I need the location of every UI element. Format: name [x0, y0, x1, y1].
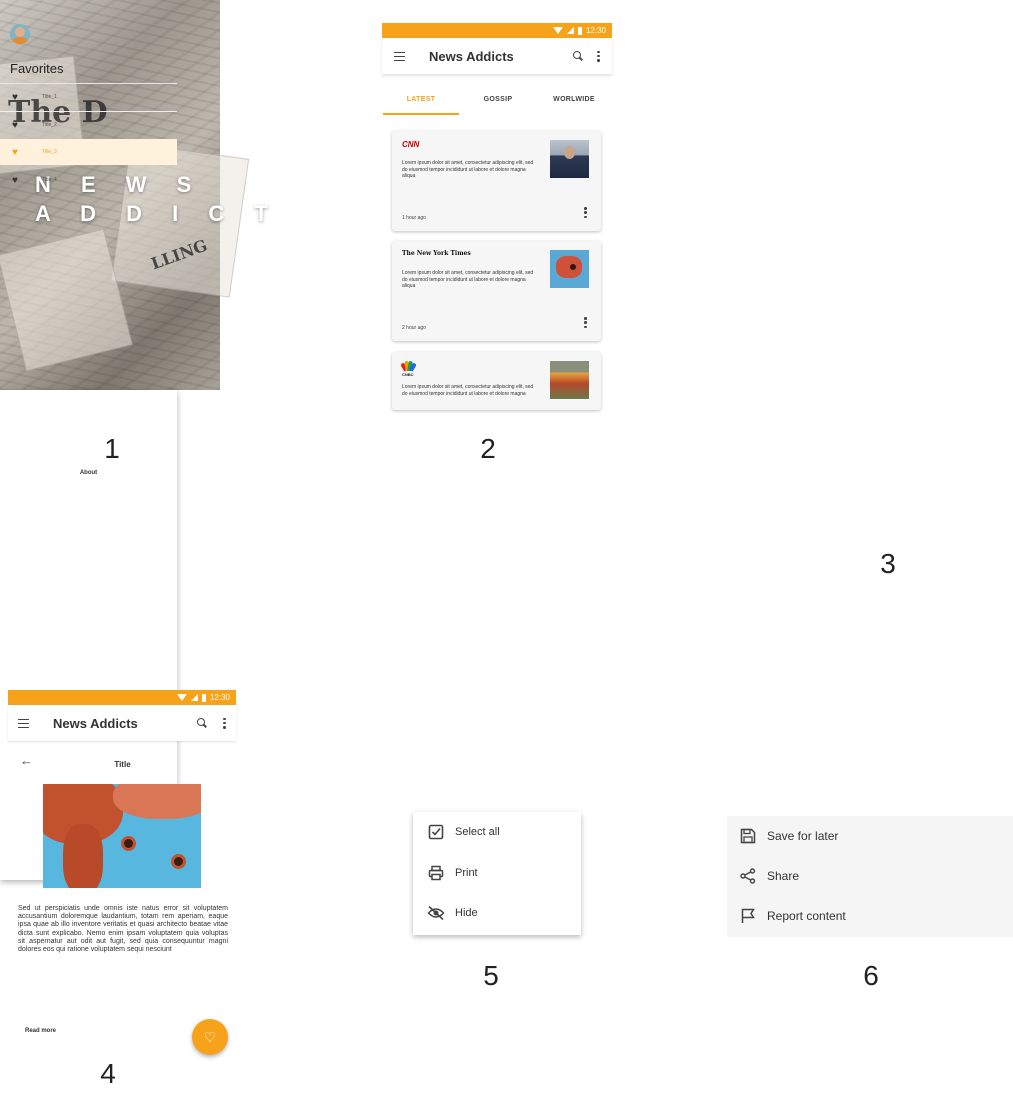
article-excerpt: Lorem ipsum dolor sit amet, consectetur …: [402, 270, 534, 289]
article-time: 1 hour ago: [402, 215, 426, 221]
signal-icon: [566, 27, 574, 34]
status-bar: 12:30: [382, 23, 612, 38]
menu-item-label: Print: [455, 867, 478, 879]
favorite-title: Title_4: [42, 177, 57, 183]
heart-icon: ♥: [12, 174, 18, 186]
screen-label-3: 3: [880, 548, 896, 579]
hamburger-menu-icon[interactable]: [18, 718, 29, 728]
more-vert-icon[interactable]: [597, 50, 600, 62]
app-title: News Addicts: [53, 715, 138, 731]
thumbnail-graphic: [556, 256, 582, 278]
article-image: [43, 784, 201, 888]
signal-icon: [190, 694, 198, 701]
screen-label-4: 4: [100, 1058, 116, 1089]
article-card[interactable]: CNBC Lorem ipsum dolor sit amet, consect…: [392, 352, 601, 410]
menu-item-label: Select all: [455, 826, 500, 838]
favorite-title: Title_3: [42, 149, 57, 155]
menu-item-report-content[interactable]: Report content: [739, 907, 846, 925]
card-more-icon[interactable]: [584, 317, 587, 328]
splash-screen: The D LLING N E W S A D D I C T: [0, 0, 280, 390]
drawer-heading: Favorites: [10, 61, 64, 76]
newspaper-clipping: [0, 228, 133, 372]
status-time: 12:30: [585, 26, 606, 35]
more-vert-icon[interactable]: [223, 717, 226, 729]
source-logo-cnn: CNN: [402, 140, 420, 149]
source-logo-nyt: The New York Times: [402, 250, 471, 257]
search-icon[interactable]: [197, 718, 207, 728]
menu-item-hide[interactable]: Hide: [427, 904, 478, 922]
article-card[interactable]: The New York Times Lorem ipsum dolor sit…: [392, 241, 601, 341]
heart-outline-icon: ♡: [203, 1028, 217, 1045]
favorite-item-selected[interactable]: ♥ Title_3: [0, 139, 177, 165]
avatar[interactable]: [10, 24, 30, 44]
page-title: Title: [114, 760, 131, 769]
menu-item-label: Save for later: [767, 829, 839, 843]
screen-label-1: 1: [104, 433, 120, 464]
wifi-icon: [176, 694, 187, 701]
battery-icon: [577, 26, 582, 35]
print-icon: [427, 864, 445, 882]
brand-line-2: A D D I C T: [35, 201, 280, 226]
screen-label-5: 5: [483, 960, 499, 991]
favorite-title: Title_2: [42, 122, 57, 128]
eye-off-icon: [427, 904, 445, 922]
hamburger-menu-icon[interactable]: [394, 51, 405, 61]
heart-icon: ♥: [12, 146, 18, 158]
source-logo-cnbc: CNBC: [402, 372, 414, 377]
flag-icon: [739, 907, 757, 925]
article-thumbnail: [550, 361, 589, 399]
app-bar: News Addicts: [382, 38, 612, 74]
app-bar: News Addicts: [8, 705, 236, 741]
app-title: News Addicts: [429, 48, 514, 64]
checkbox-icon: [427, 823, 445, 841]
favorite-title: Title_1: [42, 94, 57, 100]
context-menu: Select all Print Hide: [413, 812, 581, 935]
battery-icon: [201, 693, 206, 702]
tab-worldwide[interactable]: WORLWIDE: [536, 96, 612, 103]
person-head-graphic: [564, 146, 575, 159]
article-thumbnail: [550, 140, 589, 178]
menu-item-select-all[interactable]: Select all: [427, 823, 500, 841]
tab-latest[interactable]: LATEST: [383, 96, 459, 103]
options-menu: Save for later Share Report content: [727, 816, 1013, 937]
tab-indicator: [383, 113, 459, 115]
back-arrow-icon[interactable]: ←: [20, 753, 33, 768]
favorite-item[interactable]: ♥ Title_4: [0, 167, 177, 193]
article-excerpt: Lorem ipsum dolor sit amet, consectetur …: [402, 160, 534, 179]
article-thumbnail: [550, 250, 589, 288]
status-time: 12:30: [209, 693, 230, 702]
about-link[interactable]: About: [0, 470, 177, 476]
article-time: 2 hour ago: [402, 325, 426, 331]
wifi-icon: [552, 27, 563, 34]
card-more-icon[interactable]: [584, 207, 587, 218]
menu-item-label: Share: [767, 869, 800, 883]
save-icon: [739, 827, 757, 845]
favorite-item[interactable]: ♥ Title_2: [0, 112, 177, 138]
favorite-fab[interactable]: ♡: [192, 1019, 228, 1055]
screen-label-6: 6: [863, 960, 879, 991]
article-body: Sed ut perspiciatis unde omnis iste natu…: [18, 905, 228, 954]
share-icon: [739, 867, 757, 885]
menu-item-label: Hide: [455, 907, 478, 919]
status-bar: 12:30: [8, 690, 236, 705]
menu-item-share[interactable]: Share: [739, 867, 799, 885]
article-card[interactable]: CNN Lorem ipsum dolor sit amet, consecte…: [392, 131, 601, 231]
search-icon[interactable]: [573, 51, 583, 61]
menu-item-save-for-later[interactable]: Save for later: [739, 827, 838, 845]
heart-icon: ♥: [12, 119, 18, 131]
menu-item-print[interactable]: Print: [427, 864, 478, 882]
peacock-logo-icon: [400, 360, 417, 372]
tab-gossip[interactable]: GOSSIP: [460, 96, 536, 103]
heart-icon: ♥: [12, 91, 18, 103]
thumbnail-graphic: [570, 264, 576, 270]
article-excerpt: Lorem ipsum dolor sit amet, consectetur …: [402, 384, 534, 397]
screen-label-2: 2: [480, 433, 496, 464]
read-more-link[interactable]: Read more: [25, 1028, 56, 1034]
menu-item-label: Report content: [767, 909, 846, 923]
favorite-item[interactable]: ♥ Title_1: [0, 84, 177, 110]
